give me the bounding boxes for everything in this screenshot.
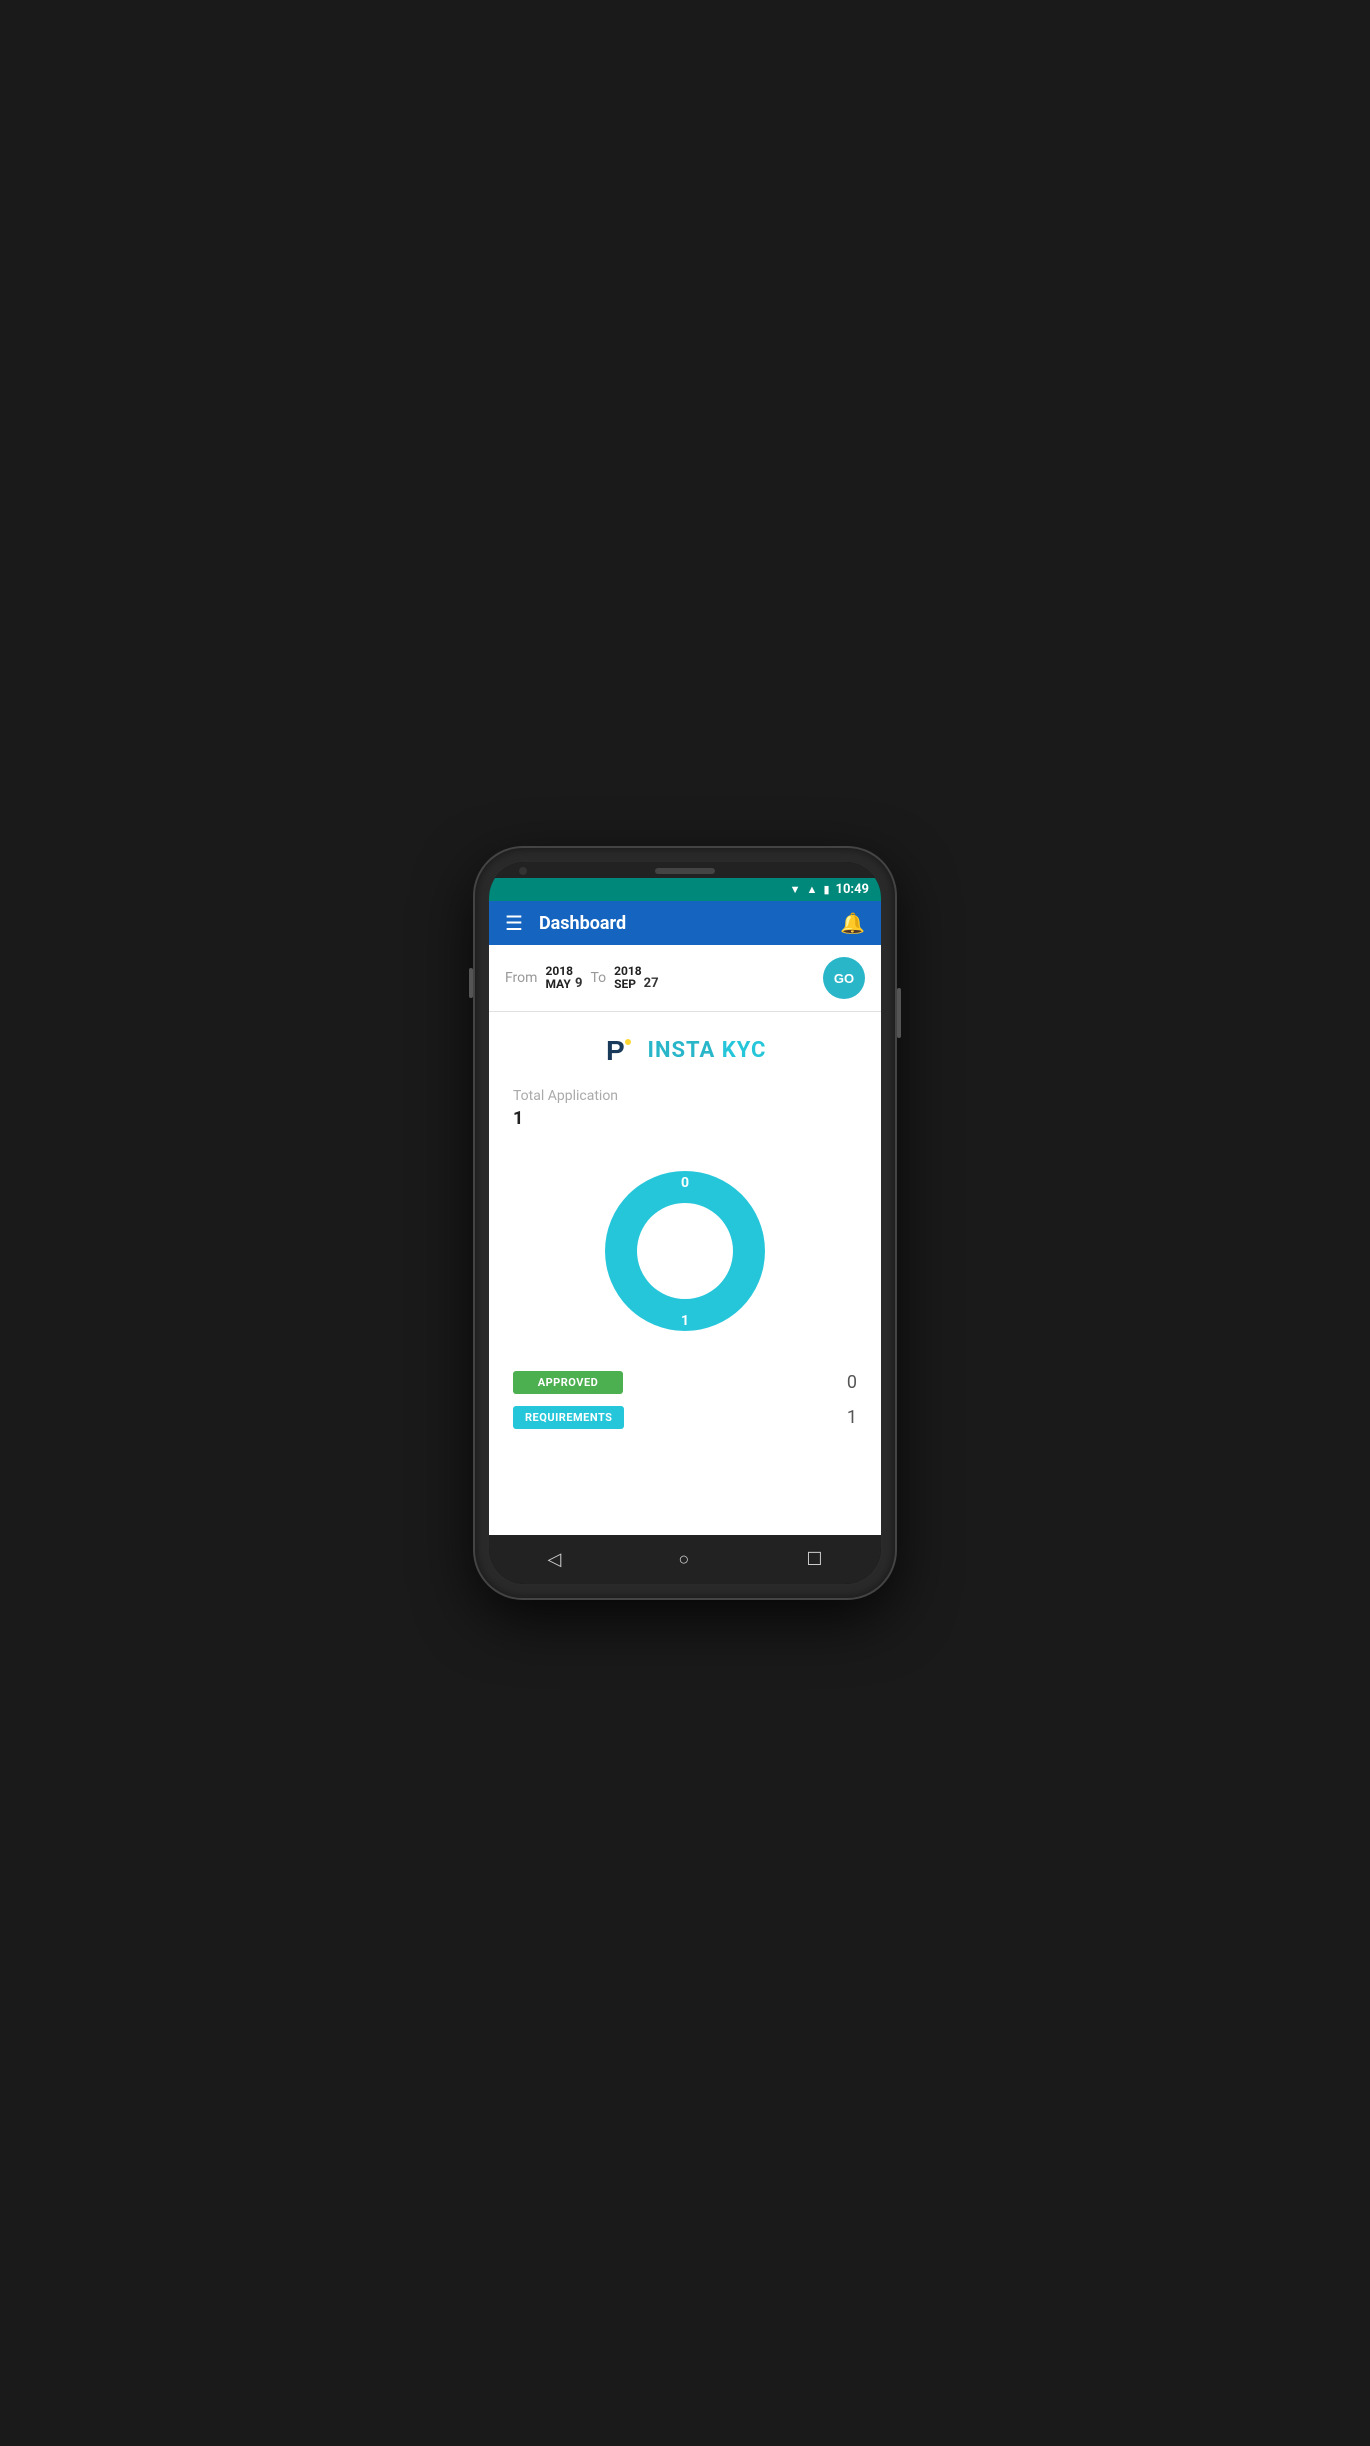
approved-count: 0: [847, 1372, 857, 1393]
stats-section: APPROVED 0 REQUIREMENTS 1: [505, 1371, 865, 1441]
donut-chart-container: 0 1: [585, 1151, 785, 1351]
donut-chart-svg: 0 1: [585, 1151, 785, 1351]
from-date-stack: 2018 MAY: [545, 965, 573, 991]
from-day: 9: [575, 976, 582, 991]
go-button[interactable]: GO: [823, 957, 865, 999]
status-bar: 10:49: [489, 878, 881, 901]
date-filter-bar: From 2018 MAY 9 To 2018 SEP 27 GO: [489, 945, 881, 1012]
from-label: From: [505, 970, 537, 986]
signal-icon: [807, 883, 818, 896]
wifi-icon: [790, 883, 801, 896]
logo-kyc: KYC: [722, 1038, 767, 1063]
to-day: 27: [644, 976, 659, 991]
from-month: MAY: [545, 978, 570, 991]
logo-icon: P: [604, 1032, 640, 1068]
recent-button[interactable]: ☐: [790, 1545, 838, 1574]
phone-top-bar: [489, 862, 881, 878]
power-button: [897, 988, 901, 1038]
total-section: Total Application 1: [505, 1088, 865, 1129]
to-date-stack: 2018 SEP: [614, 965, 642, 991]
stat-row-approved: APPROVED 0: [513, 1371, 857, 1394]
svg-text:1: 1: [681, 1313, 689, 1329]
requirements-count: 1: [847, 1407, 857, 1428]
speaker: [655, 868, 715, 874]
logo-text: INSTA KYC: [648, 1038, 767, 1063]
svg-text:0: 0: [681, 1175, 689, 1191]
volume-button: [469, 968, 473, 998]
approved-badge: APPROVED: [513, 1371, 623, 1394]
to-month: SEP: [614, 978, 636, 991]
requirements-badge: REQUIREMENTS: [513, 1406, 624, 1429]
home-button[interactable]: ○: [662, 1545, 705, 1574]
to-date-group[interactable]: 2018 SEP 27: [614, 965, 658, 991]
front-camera: [519, 867, 527, 875]
to-label: To: [590, 970, 606, 986]
svg-text:P: P: [606, 1035, 625, 1066]
phone-screen: 10:49 ☰ Dashboard 🔔 From 2018 MAY 9 To 2…: [489, 862, 881, 1584]
bell-icon[interactable]: 🔔: [840, 911, 865, 935]
total-label: Total Application: [513, 1088, 857, 1104]
back-button[interactable]: ◁: [532, 1545, 578, 1574]
header-title: Dashboard: [539, 913, 840, 934]
total-value: 1: [513, 1108, 857, 1129]
phone-device: 10:49 ☰ Dashboard 🔔 From 2018 MAY 9 To 2…: [475, 848, 895, 1598]
main-content: P INSTA KYC Total Application 1: [489, 1012, 881, 1535]
from-date-group[interactable]: 2018 MAY 9: [545, 965, 582, 991]
stat-row-requirements: REQUIREMENTS 1: [513, 1406, 857, 1429]
app-header: ☰ Dashboard 🔔: [489, 901, 881, 945]
logo-insta: INSTA: [648, 1038, 722, 1063]
battery-icon: [823, 883, 829, 896]
status-time: 10:49: [836, 882, 870, 897]
status-bar-right: 10:49: [790, 882, 869, 897]
logo-container: P INSTA KYC: [604, 1032, 767, 1068]
bottom-nav: ◁ ○ ☐: [489, 1535, 881, 1584]
hamburger-icon[interactable]: ☰: [505, 911, 523, 935]
